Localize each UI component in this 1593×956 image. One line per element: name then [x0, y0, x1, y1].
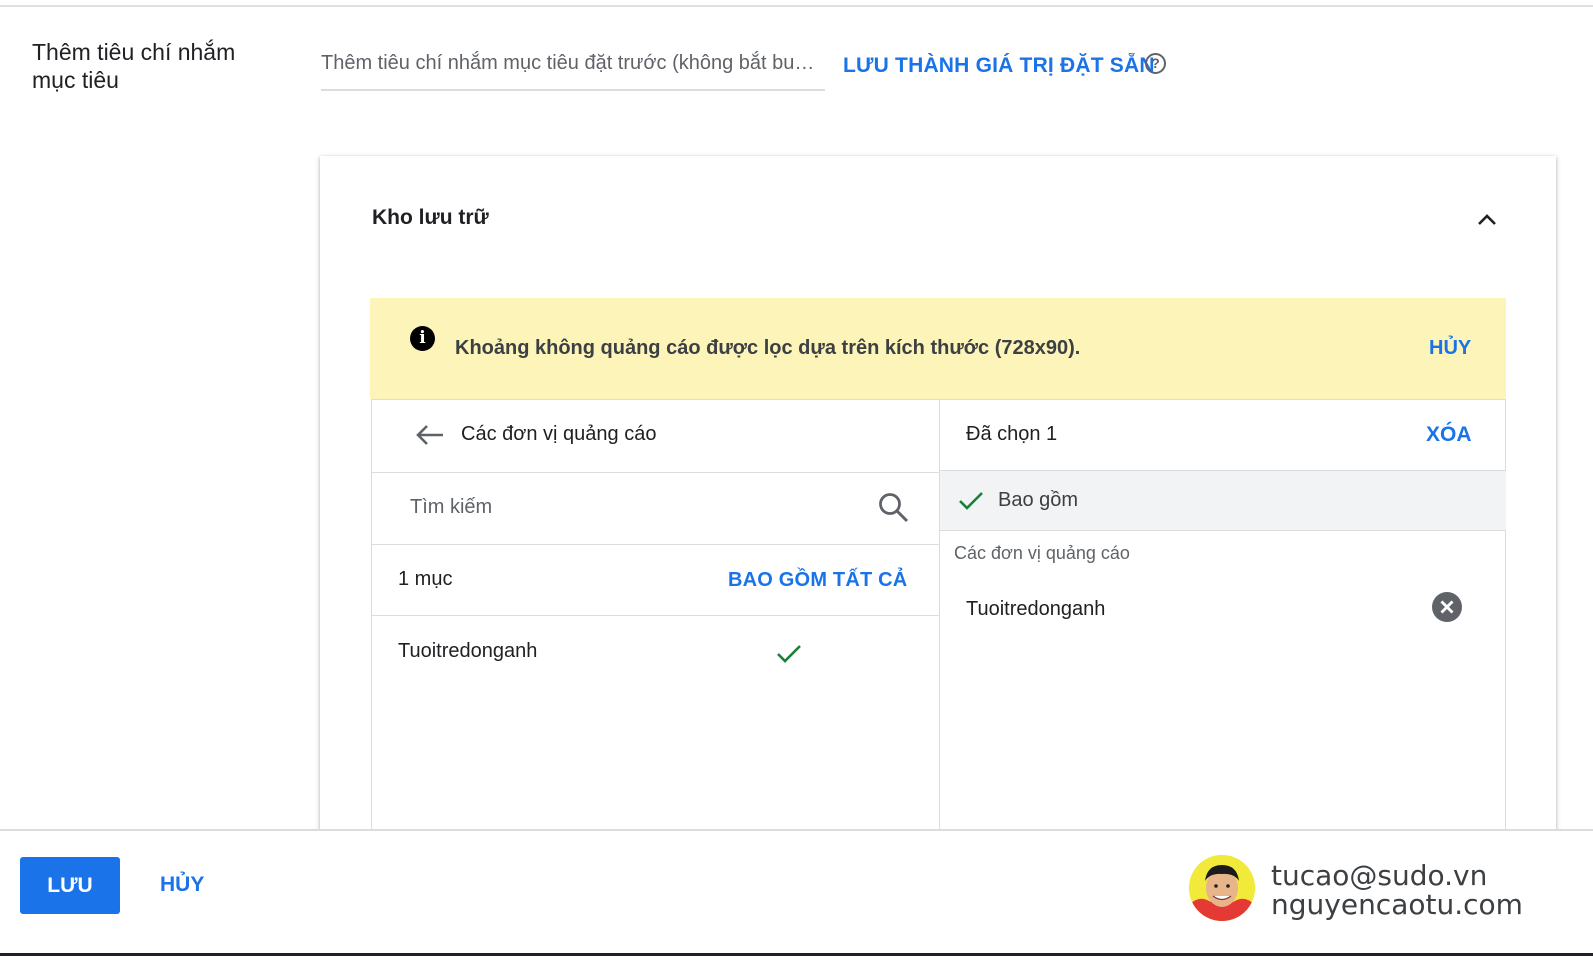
remove-circle-icon[interactable] [1431, 591, 1463, 623]
pane-title: Các đơn vị quảng cáo [461, 423, 657, 445]
item-count: 1 mục [398, 568, 453, 590]
selected-item-name: Tuoitredonganh [966, 598, 1106, 620]
preset-targeting-input[interactable]: Thêm tiêu chí nhắm mục tiêu đặt trước (k… [321, 48, 825, 91]
top-divider [0, 5, 1593, 7]
save-as-preset-button[interactable]: LƯU THÀNH GIÁ TRỊ ĐẶT SẴN [843, 54, 1155, 78]
avatar-portrait [1189, 855, 1255, 921]
avatar [1189, 855, 1255, 921]
include-section-header: Bao gồm [940, 471, 1506, 531]
inventory-title: Kho lưu trữ [372, 206, 489, 229]
check-icon[interactable] [774, 642, 804, 666]
targeting-label: Thêm tiêu chí nhắm mục tiêu [32, 39, 236, 93]
pane-header: Các đơn vị quảng cáo [372, 400, 939, 473]
ad-units-pane: Các đơn vị quảng cáo Tìm kiếm 1 mục BAO … [372, 400, 940, 860]
help-icon[interactable]: ? [1145, 53, 1166, 74]
list-item-name: Tuoitredonganh [398, 640, 538, 662]
count-row: 1 mục BAO GỒM TẤT CẢ [372, 545, 939, 616]
search-row[interactable]: Tìm kiếm [372, 473, 939, 545]
banner-message: Khoảng không quảng cáo được lọc dựa trên… [455, 337, 1081, 359]
search-input[interactable]: Tìm kiếm [410, 496, 492, 519]
watermark-text: tucao@sudo.vn nguyencaotu.com [1271, 861, 1523, 919]
size-filter-banner: i Khoảng không quảng cáo được lọc dựa tr… [370, 298, 1506, 399]
info-icon: i [410, 326, 435, 351]
list-item[interactable]: Tuoitredonganh [372, 616, 939, 688]
inventory-card: Kho lưu trữ i Khoảng không quảng cáo đượ… [320, 156, 1556, 860]
watermark-email: tucao@sudo.vn [1271, 859, 1488, 892]
selected-count: Đã chọn 1 [966, 423, 1058, 445]
watermark-site: nguyencaotu.com [1271, 888, 1523, 921]
check-icon [959, 492, 983, 510]
include-all-button[interactable]: BAO GỒM TẤT CẢ [728, 569, 907, 592]
selected-pane: Đã chọn 1 XÓA Bao gồm Các đơn vị quảng c… [940, 400, 1506, 860]
include-label: Bao gồm [998, 489, 1079, 511]
banner-dismiss-button[interactable]: HỦY [1429, 337, 1471, 360]
save-button[interactable]: LƯU [20, 857, 120, 914]
chevron-up-icon[interactable] [1474, 209, 1500, 229]
arrow-left-icon[interactable] [414, 423, 446, 447]
search-icon[interactable] [877, 491, 911, 525]
footer-bar: LƯU HỦY tucao@sudo.vn nguyencaotu.com [0, 829, 1593, 956]
clear-button[interactable]: XÓA [1426, 423, 1472, 447]
cancel-button[interactable]: HỦY [160, 873, 204, 897]
selected-header: Đã chọn 1 XÓA [940, 400, 1506, 471]
ad-unit-picker: Các đơn vị quảng cáo Tìm kiếm 1 mục BAO … [371, 399, 1506, 860]
group-label: Các đơn vị quảng cáo [954, 543, 1130, 563]
